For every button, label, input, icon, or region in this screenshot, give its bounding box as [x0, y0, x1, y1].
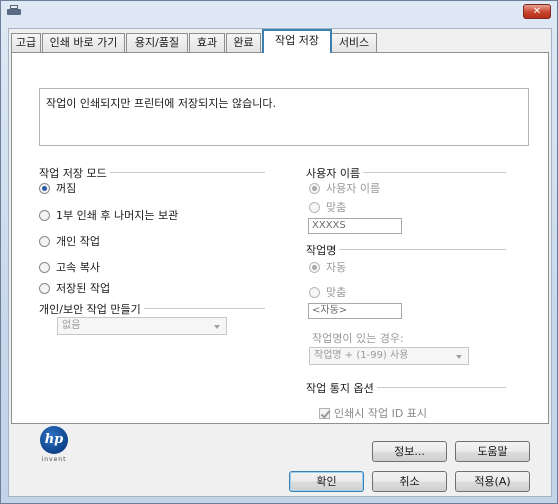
cancel-button[interactable]: 취소 — [372, 471, 447, 492]
radio-button[interactable] — [309, 201, 320, 213]
info-button[interactable]: 정보... — [372, 441, 447, 462]
radio-button[interactable] — [39, 282, 50, 294]
checkbox-label: 인쇄시 작업 ID 표시 — [334, 407, 428, 420]
tab-printing-shortcuts[interactable]: 인쇄 바로 가기 — [42, 33, 125, 52]
ok-button[interactable]: 확인 — [289, 471, 364, 492]
job-name-title: 작업명 — [306, 242, 340, 258]
radio-mode-quick-copy[interactable]: 고속 복사 — [39, 259, 100, 275]
radio-mode-off[interactable]: 꺼짐 — [39, 180, 76, 196]
tab-effects[interactable]: 효과 — [189, 33, 225, 52]
show-job-id-checkbox-row[interactable]: 인쇄시 작업 ID 표시 — [319, 405, 427, 421]
tab-services[interactable]: 서비스 — [331, 33, 377, 52]
radio-label: 개인 작업 — [56, 235, 100, 248]
radio-button[interactable] — [309, 261, 320, 273]
radio-button[interactable] — [39, 182, 50, 194]
notification-title: 작업 통지 옵션 — [306, 380, 377, 396]
title-bar: ✕ — [1, 1, 557, 23]
radio-button[interactable] — [39, 235, 50, 247]
radio-user-custom[interactable]: 맞춤 — [309, 199, 346, 215]
chevron-down-icon — [214, 325, 220, 329]
private-job-select[interactable]: 없음 — [57, 317, 227, 335]
radio-button[interactable] — [309, 182, 320, 194]
radio-job-name-auto[interactable]: 자동 — [309, 259, 346, 275]
job-name-exists-label: 작업명이 있는 경우: — [312, 332, 404, 345]
radio-button[interactable] — [39, 209, 50, 221]
tab-advanced[interactable]: 고급 — [11, 33, 41, 52]
job-name-input[interactable]: <자동> — [308, 303, 402, 319]
job-name-exists-value: 작업명 + (1-99) 사용 — [314, 350, 409, 361]
radio-label: 자동 — [326, 261, 347, 274]
print-properties-window: ✕ 고급 인쇄 바로 가기 용지/품질 효과 완료 작업 저장 서비스 작업이 … — [0, 0, 558, 504]
radio-label: 저장된 작업 — [56, 282, 111, 295]
user-name-title: 사용자 이름 — [306, 165, 364, 181]
help-button[interactable]: 도움말 — [455, 441, 530, 462]
radio-button[interactable] — [39, 261, 50, 273]
dialog-client: 고급 인쇄 바로 가기 용지/품질 효과 완료 작업 저장 서비스 작업이 인쇄… — [8, 28, 552, 497]
hp-logo: hp invent — [40, 426, 68, 465]
chevron-down-icon — [456, 355, 462, 359]
show-job-id-checkbox[interactable] — [319, 407, 330, 419]
tab-finishing[interactable]: 완료 — [226, 33, 261, 52]
radio-mode-proof-hold[interactable]: 1부 인쇄 후 나머지는 보관 — [39, 207, 178, 223]
radio-label: 1부 인쇄 후 나머지는 보관 — [56, 209, 179, 222]
radio-button[interactable] — [309, 286, 320, 298]
tab-strip: 고급 인쇄 바로 가기 용지/품질 효과 완료 작업 저장 서비스 — [9, 29, 551, 53]
radio-mode-personal-job[interactable]: 개인 작업 — [39, 233, 100, 249]
job-name-exists-select[interactable]: 작업명 + (1-99) 사용 — [309, 347, 469, 365]
apply-button[interactable]: 적용(A) — [455, 471, 530, 492]
close-icon: ✕ — [532, 6, 542, 17]
job-storage-page: 작업이 인쇄되지만 프린터에 저장되지는 않습니다. 작업 저장 모드 꺼짐 1… — [11, 52, 549, 424]
radio-label: 꺼짐 — [56, 182, 77, 195]
close-button[interactable]: ✕ — [523, 4, 551, 19]
private-job-value: 없음 — [62, 320, 81, 331]
radio-label: 사용자 이름 — [326, 182, 381, 195]
job-storage-description: 작업이 인쇄되지만 프린터에 저장되지는 않습니다. — [39, 88, 529, 146]
hp-logo-icon: hp — [40, 426, 68, 454]
radio-label: 고속 복사 — [56, 261, 100, 274]
tab-paper-quality[interactable]: 용지/품질 — [126, 33, 188, 52]
user-name-input[interactable]: XXXXS — [308, 218, 402, 234]
radio-job-name-custom[interactable]: 맞춤 — [309, 284, 346, 300]
printer-icon — [7, 5, 21, 17]
radio-label: 맞춤 — [326, 286, 347, 299]
radio-label: 맞춤 — [326, 201, 347, 214]
hp-logo-tagline: invent — [41, 456, 67, 463]
radio-mode-stored-job[interactable]: 저장된 작업 — [39, 280, 110, 296]
job-storage-mode-title: 작업 저장 모드 — [39, 165, 110, 181]
private-job-title: 개인/보안 작업 만들기 — [39, 301, 144, 317]
radio-user-name[interactable]: 사용자 이름 — [309, 180, 380, 196]
tab-job-storage[interactable]: 작업 저장 — [262, 29, 332, 53]
